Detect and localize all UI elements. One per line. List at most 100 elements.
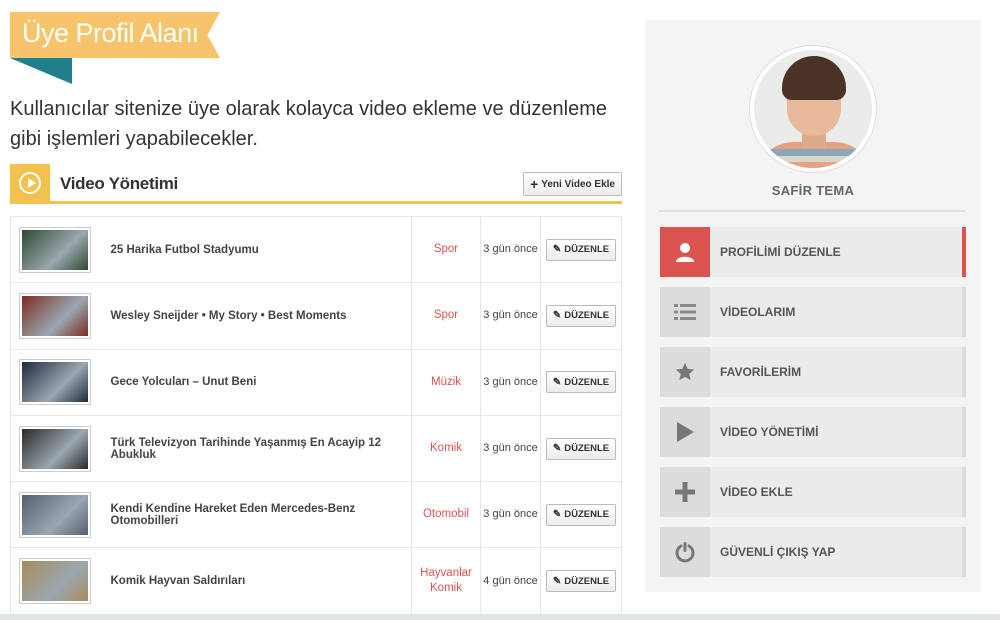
thumbnail-image (22, 229, 88, 270)
video-thumbnail[interactable] (19, 558, 91, 605)
video-category[interactable]: Spor (411, 215, 481, 284)
pencil-icon: ✎ (552, 310, 562, 322)
pencil-icon: ✎ (552, 509, 562, 521)
thumbnail-image (22, 428, 88, 469)
video-title[interactable]: Türk Televizyon Tarihinde Yaşanmış En Ac… (100, 414, 412, 483)
video-title[interactable]: Gece Yolcuları – Unut Beni (100, 348, 412, 416)
video-time: 3 gün önce (480, 481, 541, 549)
thumbnail-cell (10, 481, 101, 549)
thumbnail-cell (10, 547, 101, 615)
thumbnail-image (22, 362, 88, 403)
thumbnail-image (22, 494, 88, 535)
video-time: 4 gün önce (480, 547, 541, 615)
video-thumbnail[interactable] (19, 425, 91, 472)
action-cell: ✎ DÜZENLE (540, 414, 622, 483)
menu-item-video-management[interactable]: VİDEO YÖNETİMİ (660, 407, 966, 457)
edit-button[interactable]: ✎ DÜZENLE (545, 371, 617, 394)
thumbnail-image (22, 295, 88, 336)
thumbnail-image (22, 561, 88, 602)
table-row: Komik Hayvan Saldırıları Hayvanlar Komik 4… (10, 547, 622, 615)
play-circle-icon (19, 171, 41, 194)
video-category[interactable]: Komik (411, 414, 481, 483)
action-cell: ✎ DÜZENLE (540, 547, 622, 615)
panel-title: Video Yönetimi (60, 174, 178, 193)
avatar[interactable] (749, 45, 877, 173)
edit-button[interactable]: ✎ DÜZENLE (545, 570, 617, 593)
action-cell: ✎ DÜZENLE (540, 282, 622, 350)
thumbnail-cell (10, 414, 101, 483)
profile-menu: PROFİLİMİ DÜZENLE VİDEOLARIM FAVORİLERİM… (660, 227, 966, 587)
video-category[interactable]: Spor (411, 282, 481, 350)
power-icon (660, 527, 710, 577)
plus-icon: + (530, 176, 539, 192)
edit-button[interactable]: ✎ DÜZENLE (545, 503, 617, 526)
edit-label: DÜZENLE (564, 575, 610, 587)
pencil-icon: ✎ (552, 244, 562, 256)
thumbnail-cell (10, 215, 101, 284)
video-category[interactable]: Otomobil (411, 481, 481, 549)
avatar-image (754, 50, 872, 168)
video-title[interactable]: Kendi Kendine Hareket Eden Mercedes-Benz… (100, 481, 412, 549)
edit-button[interactable]: ✎ DÜZENLE (545, 437, 617, 460)
ribbon-fold (10, 58, 72, 84)
edit-label: DÜZENLE (564, 310, 610, 322)
header-icon-box (10, 164, 50, 201)
star-icon (660, 347, 710, 397)
menu-item-my-videos[interactable]: VİDEOLARIM (660, 287, 966, 337)
video-category[interactable]: Müzik (411, 348, 481, 416)
page-title-ribbon: Üye Profil Alanı (10, 12, 220, 84)
play-icon (660, 407, 710, 457)
table-row: Wesley Sneijder • My Story • Best Moment… (10, 282, 622, 350)
edit-label: DÜZENLE (564, 376, 610, 388)
video-table: 25 Harika Futbol Stadyumu Spor 3 gün önce ✎… (10, 215, 622, 615)
user-icon (660, 227, 710, 277)
pencil-icon: ✎ (552, 376, 562, 388)
menu-item-label: VİDEO EKLE (720, 485, 793, 499)
add-video-button[interactable]: + Yeni Video Ekle (523, 172, 622, 196)
edit-button[interactable]: ✎ DÜZENLE (545, 238, 617, 261)
action-cell: ✎ DÜZENLE (540, 215, 622, 284)
table-row: Türk Televizyon Tarihinde Yaşanmış En Ac… (10, 414, 622, 483)
table-row: 25 Harika Futbol Stadyumu Spor 3 gün önce ✎… (10, 215, 622, 284)
video-category[interactable]: Hayvanlar Komik (411, 547, 481, 615)
video-time: 3 gün önce (480, 414, 541, 483)
menu-item-add-video[interactable]: VİDEO EKLE (660, 467, 966, 517)
video-time: 3 gün önce (480, 348, 541, 416)
video-title[interactable]: 25 Harika Futbol Stadyumu (100, 215, 412, 284)
video-title[interactable]: Wesley Sneijder • My Story • Best Moment… (100, 282, 412, 350)
plus-icon (660, 467, 710, 517)
menu-item-label: GÜVENLİ ÇIKIŞ YAP (720, 545, 836, 559)
menu-item-favorites[interactable]: FAVORİLERİM (660, 347, 966, 397)
page-bottom-bar (0, 614, 1000, 620)
table-row: Kendi Kendine Hareket Eden Mercedes-Benz… (10, 481, 622, 549)
list-icon (660, 287, 710, 337)
menu-item-logout[interactable]: GÜVENLİ ÇIKIŞ YAP (660, 527, 966, 577)
edit-label: DÜZENLE (564, 443, 610, 455)
pencil-icon: ✎ (552, 443, 562, 455)
video-thumbnail[interactable] (19, 491, 91, 538)
video-title[interactable]: Komik Hayvan Saldırıları (100, 547, 412, 615)
video-time: 3 gün önce (480, 282, 541, 350)
add-video-label: Yeni Video Ekle (541, 178, 615, 190)
menu-item-label: PROFİLİMİ DÜZENLE (720, 245, 841, 259)
user-name: SAFİR TEMA (771, 183, 855, 198)
page-title: Üye Profil Alanı (22, 18, 199, 48)
video-thumbnail[interactable] (19, 359, 91, 406)
table-row: Gece Yolcuları – Unut Beni Müzik 3 gün önc… (10, 348, 622, 416)
action-cell: ✎ DÜZENLE (540, 481, 622, 549)
pencil-icon: ✎ (552, 575, 562, 587)
menu-item-edit-profile[interactable]: PROFİLİMİ DÜZENLE (660, 227, 966, 277)
thumbnail-cell (10, 348, 101, 416)
menu-item-label: VİDEO YÖNETİMİ (720, 425, 819, 439)
video-management-header: Video Yönetimi + Yeni Video Ekle (10, 164, 622, 204)
edit-label: DÜZENLE (564, 509, 610, 521)
video-thumbnail[interactable] (19, 292, 91, 339)
video-thumbnail[interactable] (19, 226, 91, 273)
thumbnail-cell (10, 282, 101, 350)
video-time: 3 gün önce (480, 215, 541, 284)
profile-sidebar: SAFİR TEMA PROFİLİMİ DÜZENLE VİDEOLARIM … (645, 20, 981, 592)
edit-label: DÜZENLE (564, 244, 610, 256)
edit-button[interactable]: ✎ DÜZENLE (545, 304, 617, 327)
intro-text: Kullanıcılar sitenize üye olarak kolayca… (10, 98, 607, 150)
menu-item-label: VİDEOLARIM (720, 305, 796, 319)
